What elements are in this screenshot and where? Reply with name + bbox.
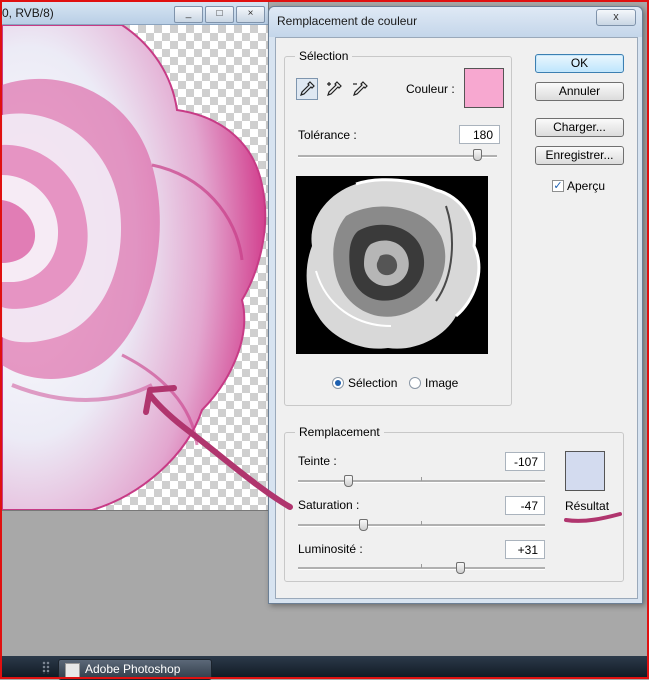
lightness-label: Luminosité :: [298, 542, 363, 556]
maximize-button[interactable]: □: [205, 6, 234, 23]
minimize-button[interactable]: _: [174, 6, 203, 23]
document-canvas[interactable]: [2, 24, 268, 510]
radio-image[interactable]: [409, 377, 421, 389]
load-button[interactable]: Charger...: [535, 118, 624, 137]
dialog-title: Remplacement de couleur: [277, 14, 418, 28]
saturation-slider-center-tick: [421, 521, 422, 525]
taskbar-photoshop-label: Adobe Photoshop: [85, 662, 181, 676]
color-label: Couleur :: [406, 82, 455, 96]
selection-color-swatch[interactable]: [464, 68, 504, 108]
replacement-group: Remplacement Teinte : -107 Saturation : …: [284, 425, 624, 582]
radio-image-label: Image: [425, 376, 459, 390]
cancel-button[interactable]: Annuler: [535, 82, 624, 101]
replacement-group-label: Remplacement: [295, 425, 384, 439]
tolerance-input[interactable]: 180: [459, 125, 500, 144]
preview-checkbox[interactable]: ✓: [552, 180, 564, 192]
hue-slider-center-tick: [421, 477, 422, 481]
lightness-slider-center-tick: [421, 564, 422, 568]
dialog-close-button[interactable]: x: [596, 9, 636, 26]
result-color-swatch[interactable]: [565, 451, 605, 491]
tolerance-slider-thumb[interactable]: [473, 149, 483, 161]
eyedropper-minus-tool[interactable]: [349, 78, 371, 100]
tolerance-label: Tolérance :: [298, 128, 357, 142]
result-label: Résultat: [565, 499, 610, 513]
selection-group: Sélection Couleur : Tolérance : 180 Séle…: [284, 49, 512, 406]
eyedropper-icon: [300, 81, 315, 96]
selection-mask-image: [306, 178, 481, 349]
document-titlebar: 0, RVB/8) _ □ ×: [2, 2, 268, 25]
radio-selection[interactable]: [332, 377, 344, 389]
preview-checkbox-label: Aperçu: [567, 179, 606, 193]
eyedropper-plus-tool[interactable]: [323, 78, 345, 100]
lightness-slider-thumb[interactable]: [455, 562, 465, 574]
taskbar-photoshop-button[interactable]: Adobe Photoshop: [58, 659, 212, 680]
save-button[interactable]: Enregistrer...: [535, 146, 624, 165]
lightness-input[interactable]: +31: [505, 540, 545, 559]
radio-selection-label: Sélection: [348, 376, 398, 390]
taskbar: Adobe Photoshop: [0, 656, 649, 680]
saturation-label: Saturation :: [298, 498, 360, 512]
hue-input[interactable]: -107: [505, 452, 545, 471]
document-title: 0, RVB/8): [2, 6, 54, 20]
dialog-titlebar[interactable]: Remplacement de couleur x: [269, 7, 642, 37]
dialog-body: Sélection Couleur : Tolérance : 180 Séle…: [275, 37, 638, 599]
selection-preview: [296, 176, 488, 354]
ok-button[interactable]: OK: [535, 54, 624, 73]
photoshop-icon: [65, 663, 80, 678]
saturation-slider-thumb[interactable]: [359, 519, 369, 531]
replace-color-dialog: Remplacement de couleur x Sélection Coul…: [268, 6, 643, 604]
eyedropper-minus-icon: [353, 81, 368, 96]
tolerance-slider-track[interactable]: [298, 155, 497, 158]
selection-group-label: Sélection: [295, 49, 353, 63]
close-window-button[interactable]: ×: [236, 6, 265, 23]
eyedropper-plus-icon: [327, 81, 342, 96]
saturation-input[interactable]: -47: [505, 496, 545, 515]
rose-image: [2, 24, 267, 510]
taskbar-grip: [42, 661, 50, 674]
eyedropper-tool[interactable]: [296, 78, 318, 100]
document-window: 0, RVB/8) _ □ ×: [2, 2, 269, 511]
hue-label: Teinte :: [298, 454, 337, 468]
checkmark-icon: ✓: [553, 180, 563, 192]
hue-slider-thumb[interactable]: [344, 475, 354, 487]
